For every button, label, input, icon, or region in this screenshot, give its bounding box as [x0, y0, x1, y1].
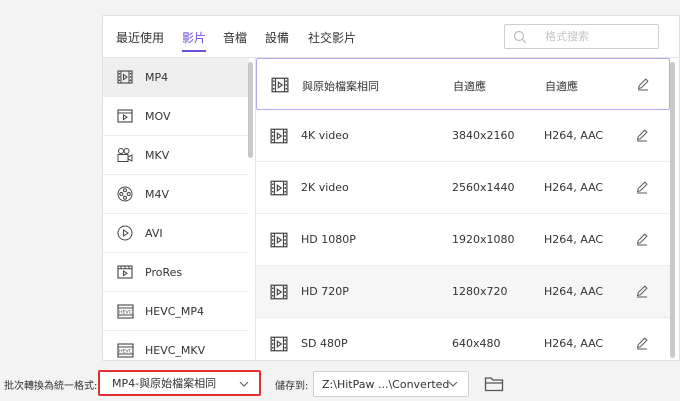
preset-list-scrollbar[interactable]	[670, 62, 675, 358]
format-label: ProRes	[145, 265, 183, 279]
format-item-hevc-mp4[interactable]: HEVC HEVC_MP4	[103, 292, 249, 331]
format-label: AVI	[145, 226, 163, 240]
preset-resolution: 1280x720	[452, 285, 508, 298]
tab-recent[interactable]: 最近使用	[116, 29, 164, 46]
format-list: MP4 MOV MKV M4V AVI ProRes HEVC HEVC_MP4…	[103, 57, 256, 360]
video-camera-icon	[116, 146, 134, 164]
format-panel: 最近使用 影片 音檔 設備 社交影片 MP4 MOV MKV M4V AVI	[102, 15, 680, 361]
convert-all-format-value: MP4-與原始檔案相同	[112, 377, 217, 390]
preset-name: 與原始檔案相同	[302, 80, 379, 93]
preset-item-720p[interactable]: HD 720P 1280x720 H264, AAC	[256, 266, 670, 318]
preset-codec: H264, AAC	[544, 337, 604, 350]
film-icon	[271, 77, 289, 93]
format-label: M4V	[145, 187, 170, 201]
preset-item-original[interactable]: 與原始檔案相同 自適應 自適應	[256, 58, 670, 110]
preset-resolution: 2560x1440	[452, 181, 515, 194]
format-item-m4v[interactable]: M4V	[103, 175, 249, 214]
preset-name: HD 720P	[301, 285, 349, 298]
save-to-label: 儲存到:	[275, 381, 309, 392]
save-path-value: Z:\HitPaw ...\Converted	[322, 377, 450, 391]
preset-codec: H264, AAC	[544, 181, 604, 194]
edit-icon[interactable]	[636, 77, 650, 91]
search-icon	[513, 30, 527, 43]
format-label: MOV	[145, 109, 171, 123]
format-label: HEVC_MP4	[145, 304, 205, 318]
svg-text:HEVC: HEVC	[119, 309, 132, 315]
tab-social-video[interactable]: 社交影片	[308, 29, 356, 46]
tab-audio[interactable]: 音檔	[223, 29, 247, 46]
edit-icon[interactable]	[635, 336, 649, 350]
preset-item-4k[interactable]: 4K video 3840x2160 H264, AAC	[256, 110, 670, 162]
preset-resolution: 3840x2160	[452, 129, 515, 142]
format-item-avi[interactable]: AVI	[103, 214, 249, 253]
film-reel-icon	[116, 185, 134, 203]
film-icon	[116, 68, 134, 86]
chevron-down-icon	[239, 381, 249, 387]
edit-icon[interactable]	[635, 284, 649, 298]
format-search[interactable]	[504, 24, 659, 49]
chevron-down-icon	[448, 381, 458, 387]
film-icon	[270, 284, 288, 300]
hevc-icon: HEVC	[116, 302, 134, 320]
svg-text:HEVC: HEVC	[119, 348, 132, 354]
preset-item-1080p[interactable]: HD 1080P 1920x1080 H264, AAC	[256, 214, 670, 266]
format-label: HEVC_MKV	[145, 343, 206, 357]
film-icon	[270, 180, 288, 196]
edit-icon[interactable]	[635, 232, 649, 246]
film-icon	[270, 336, 288, 352]
tab-video[interactable]: 影片	[182, 29, 207, 52]
bottom-bar: 批次轉換為統一格式: MP4-與原始檔案相同 儲存到: Z:\HitPaw ..…	[0, 361, 680, 401]
save-path-dropdown[interactable]: Z:\HitPaw ...\Converted	[313, 371, 469, 397]
tab-device[interactable]: 設備	[265, 29, 289, 46]
preset-name: 2K video	[301, 181, 349, 194]
format-tabs: 最近使用 影片 音檔 設備 社交影片	[103, 16, 679, 58]
preset-name: SD 480P	[301, 337, 348, 350]
convert-all-format-dropdown[interactable]: MP4-與原始檔案相同	[98, 370, 261, 396]
preset-codec: H264, AAC	[544, 285, 604, 298]
preset-item-480p[interactable]: SD 480P 640x480 H264, AAC	[256, 318, 670, 360]
preset-codec: H264, AAC	[544, 129, 604, 142]
prores-icon	[116, 263, 134, 281]
preset-codec: 自適應	[545, 80, 578, 93]
folder-icon[interactable]	[484, 375, 504, 393]
film-icon	[270, 128, 288, 144]
preset-name: HD 1080P	[301, 233, 356, 246]
preset-name: 4K video	[301, 129, 349, 142]
play-circle-icon	[116, 224, 134, 242]
preset-resolution: 640x480	[452, 337, 501, 350]
format-label: MP4	[145, 70, 169, 84]
preset-item-2k[interactable]: 2K video 2560x1440 H264, AAC	[256, 162, 670, 214]
format-item-hevc-mkv[interactable]: HEVC HEVC_MKV	[103, 331, 249, 360]
edit-icon[interactable]	[635, 128, 649, 142]
format-label: MKV	[145, 148, 170, 162]
edit-icon[interactable]	[635, 180, 649, 194]
preset-resolution: 1920x1080	[452, 233, 515, 246]
preset-list: 與原始檔案相同 自適應 自適應 4K video 3840x2160 H264,…	[256, 57, 679, 360]
format-item-mkv[interactable]: MKV	[103, 136, 249, 175]
convert-all-label: 批次轉換為統一格式:	[4, 381, 98, 392]
format-list-scrollbar[interactable]	[248, 62, 253, 158]
search-input[interactable]	[545, 30, 645, 43]
format-item-mov[interactable]: MOV	[103, 97, 249, 136]
preset-codec: H264, AAC	[544, 233, 604, 246]
format-item-mp4[interactable]: MP4	[103, 58, 249, 97]
mov-icon	[116, 107, 134, 125]
format-item-prores[interactable]: ProRes	[103, 253, 249, 292]
film-icon	[270, 232, 288, 248]
preset-resolution: 自適應	[453, 80, 486, 93]
hevc-icon: HEVC	[116, 341, 134, 359]
